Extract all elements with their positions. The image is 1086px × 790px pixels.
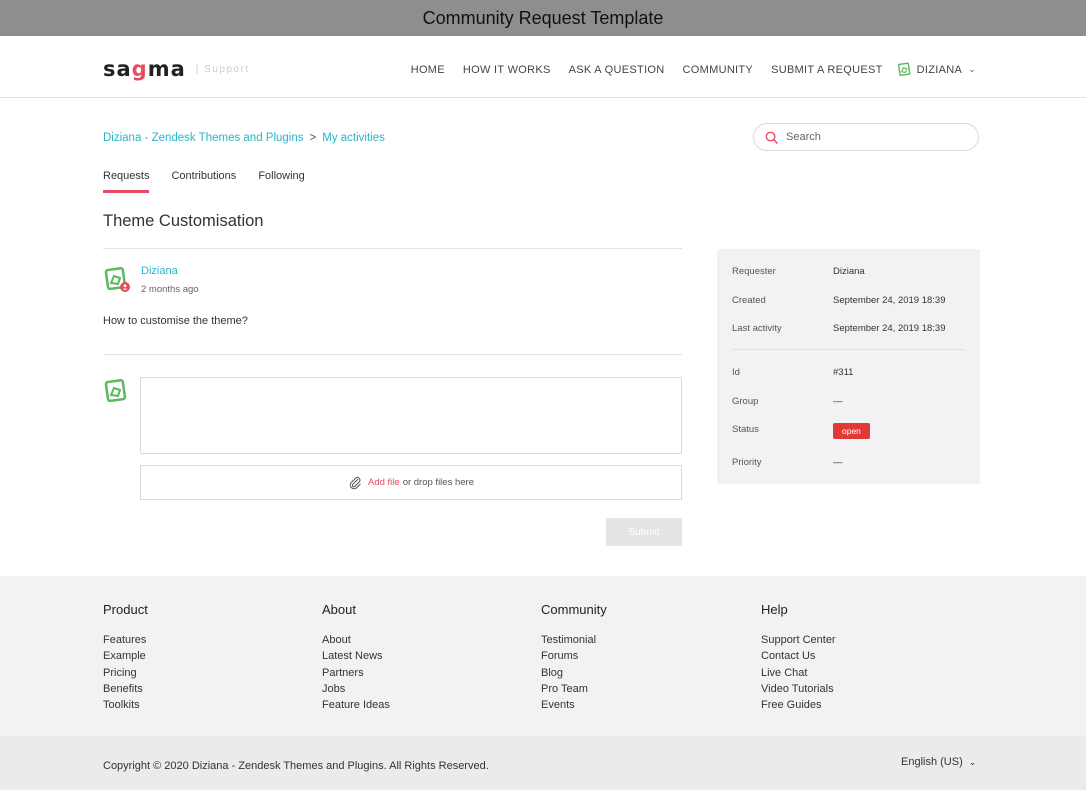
last-activity-value: September 24, 2019 18:39 xyxy=(833,323,946,334)
created-label: Created xyxy=(732,295,766,306)
language-label: English (US) xyxy=(901,756,963,768)
window-title: Community Request Template xyxy=(0,0,1086,36)
paperclip-icon xyxy=(349,476,361,489)
footer-column-product: Product Features Example Pricing Benefit… xyxy=(103,602,148,715)
details-divider xyxy=(732,349,965,350)
comment-author[interactable]: Diziana xyxy=(141,265,178,277)
nav-community[interactable]: COMMUNITY xyxy=(683,64,754,76)
comment-body: How to customise the theme? xyxy=(103,315,248,327)
user-menu[interactable]: DIZIANA ⌄ xyxy=(897,62,976,77)
footer-link[interactable]: Benefits xyxy=(103,683,148,699)
request-title: Theme Customisation xyxy=(103,212,264,230)
user-avatar-icon xyxy=(897,62,911,76)
breadcrumb-separator: > xyxy=(309,132,317,144)
copyright-text: Copyright © 2020 Diziana - Zendesk Theme… xyxy=(103,760,489,772)
footer-link[interactable]: Events xyxy=(541,699,607,715)
last-activity-label: Last activity xyxy=(732,323,782,334)
search-input[interactable] xyxy=(784,130,958,144)
comment-avatar xyxy=(104,266,130,292)
logo-subtitle: | Support xyxy=(195,63,250,75)
priority-value: — xyxy=(833,457,843,468)
footer-link[interactable]: Features xyxy=(103,634,148,650)
footer-link[interactable]: Live Chat xyxy=(761,667,836,683)
requester-label: Requester xyxy=(732,266,776,277)
id-value: #311 xyxy=(833,367,854,378)
footer-link[interactable]: Jobs xyxy=(322,683,390,699)
divider xyxy=(103,354,682,355)
footer-link[interactable]: Video Tutorials xyxy=(761,683,836,699)
tab-contributions[interactable]: Contributions xyxy=(171,170,236,193)
footer-link[interactable]: Partners xyxy=(322,667,390,683)
footer-column-help: Help Support Center Contact Us Live Chat… xyxy=(761,602,836,715)
group-value: — xyxy=(833,396,843,407)
reply-textarea[interactable] xyxy=(140,377,682,454)
file-upload-dropzone[interactable]: Add file or drop files here xyxy=(140,465,682,500)
nav-ask-question[interactable]: ASK A QUESTION xyxy=(569,64,665,76)
breadcrumb-root[interactable]: Diziana - Zendesk Themes and Plugins xyxy=(103,132,304,144)
footer-link[interactable]: Forums xyxy=(541,650,607,666)
footer-heading: Help xyxy=(761,602,788,617)
tab-requests[interactable]: Requests xyxy=(103,170,150,193)
footer-link[interactable]: Free Guides xyxy=(761,699,836,715)
logo-wordmark: sagma xyxy=(103,57,186,81)
logo[interactable]: sagma | Support xyxy=(103,57,250,81)
search-box[interactable] xyxy=(753,123,979,151)
footer-heading: Community xyxy=(541,602,607,617)
created-value: September 24, 2019 18:39 xyxy=(833,295,946,306)
footer-bottom-bar: Copyright © 2020 Diziana - Zendesk Theme… xyxy=(0,736,1086,790)
chevron-down-icon: ⌄ xyxy=(968,757,977,767)
search-icon xyxy=(765,131,778,144)
add-file-link[interactable]: Add file xyxy=(368,477,400,488)
footer-link[interactable]: Support Center xyxy=(761,634,836,650)
chevron-down-icon: ⌄ xyxy=(968,64,976,74)
language-selector[interactable]: English (US) ⌄ xyxy=(901,756,976,768)
footer-link[interactable]: Testimonial xyxy=(541,634,607,650)
footer-link[interactable]: Pricing xyxy=(103,667,148,683)
footer-link[interactable]: Contact Us xyxy=(761,650,836,666)
requester-value: Diziana xyxy=(833,266,865,277)
footer-column-community: Community Testimonial Forums Blog Pro Te… xyxy=(541,602,607,715)
status-badge: open xyxy=(833,423,870,439)
footer-heading: About xyxy=(322,602,356,617)
drop-files-text: or drop files here xyxy=(402,477,474,488)
submit-button[interactable]: Submit xyxy=(606,518,682,546)
footer-link[interactable]: Feature Ideas xyxy=(322,699,390,715)
id-label: Id xyxy=(732,367,740,378)
nav-how-it-works[interactable]: HOW IT WORKS xyxy=(463,64,551,76)
nav-home[interactable]: HOME xyxy=(411,64,445,76)
footer-link[interactable]: About xyxy=(322,634,390,650)
activity-tabs: Requests Contributions Following xyxy=(103,170,327,193)
reply-avatar xyxy=(104,378,127,403)
group-label: Group xyxy=(732,396,759,407)
request-details-panel: Requester Diziana Created September 24, … xyxy=(717,249,980,484)
footer-link[interactable]: Example xyxy=(103,650,148,666)
user-name: DIZIANA xyxy=(916,63,963,76)
status-label: Status xyxy=(732,424,759,435)
divider xyxy=(103,248,682,249)
main-nav: HOME HOW IT WORKS ASK A QUESTION COMMUNI… xyxy=(393,62,976,77)
breadcrumb: Diziana - Zendesk Themes and Plugins > My … xyxy=(103,132,385,144)
site-header: sagma | Support HOME HOW IT WORKS ASK A … xyxy=(0,36,1086,98)
nav-submit-request[interactable]: SUBMIT A REQUEST xyxy=(771,64,883,76)
tab-following[interactable]: Following xyxy=(258,170,304,193)
footer-column-about: About About Latest News Partners Jobs Fe… xyxy=(322,602,390,715)
priority-label: Priority xyxy=(732,457,762,468)
footer-link[interactable]: Pro Team xyxy=(541,683,607,699)
footer-link[interactable]: Latest News xyxy=(322,650,390,666)
footer-link[interactable]: Toolkits xyxy=(103,699,148,715)
site-footer: Product Features Example Pricing Benefit… xyxy=(0,576,1086,736)
footer-heading: Product xyxy=(103,602,148,617)
comment-timestamp: 2 months ago xyxy=(141,284,199,295)
breadcrumb-current[interactable]: My activities xyxy=(322,132,385,144)
footer-link[interactable]: Blog xyxy=(541,667,607,683)
